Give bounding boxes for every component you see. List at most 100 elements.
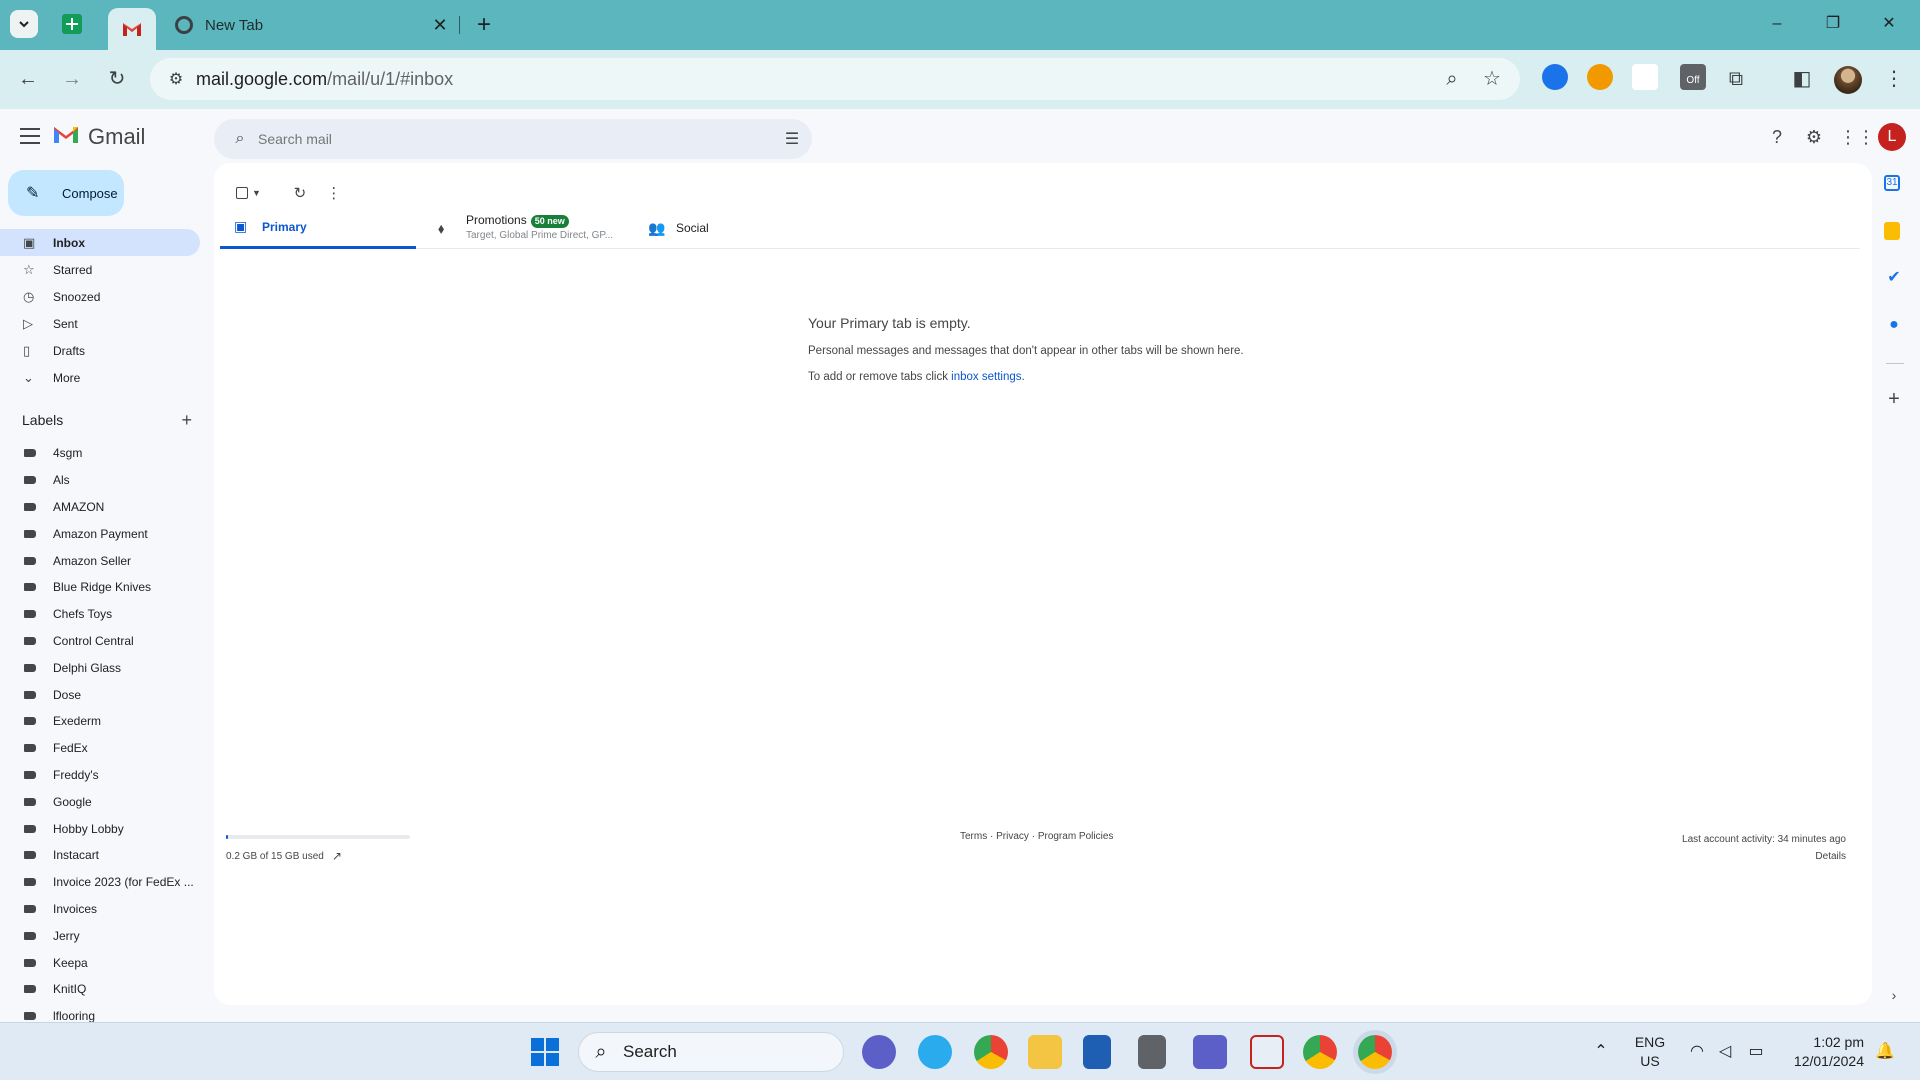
label-item[interactable]: Blue Ridge Knives bbox=[0, 574, 195, 601]
snipping-tool-icon[interactable] bbox=[1250, 1035, 1284, 1069]
battery-icon[interactable]: ▭ bbox=[1744, 1041, 1768, 1061]
browser-profile-avatar[interactable] bbox=[1834, 66, 1862, 94]
sidebar-item-sent[interactable]: ▷ Sent bbox=[0, 310, 200, 337]
select-all-checkbox[interactable] bbox=[236, 187, 248, 199]
label-item[interactable]: Delphi Glass bbox=[0, 654, 195, 681]
sidebar-item-inbox[interactable]: ▣ Inbox bbox=[0, 229, 200, 256]
clock[interactable]: 1:02 pm 12/01/2024 bbox=[1780, 1033, 1864, 1071]
label-item[interactable]: Google bbox=[0, 788, 195, 815]
restore-button[interactable]: ❐ bbox=[1810, 8, 1856, 40]
label-item[interactable]: Instacart bbox=[0, 842, 195, 869]
program-policies-link[interactable]: Program Policies bbox=[1038, 831, 1114, 842]
tab-new-tab[interactable]: New Tab ✕ bbox=[165, 8, 450, 42]
get-addons-icon[interactable]: + bbox=[1884, 389, 1904, 409]
telegram-icon[interactable] bbox=[918, 1035, 952, 1069]
show-hidden-icons-chevron[interactable]: ⌃ bbox=[1589, 1041, 1613, 1061]
chrome-menu-icon[interactable]: ⋮ bbox=[1878, 63, 1910, 95]
label-item[interactable]: Keepa bbox=[0, 949, 195, 976]
notifications-bell-icon[interactable]: 🔔 bbox=[1873, 1041, 1897, 1061]
label-item[interactable]: Invoice 2023 (for FedEx ... bbox=[0, 869, 195, 896]
label-item[interactable]: Exederm bbox=[0, 708, 195, 735]
label-item[interactable]: Hobby Lobby bbox=[0, 815, 195, 842]
label-item[interactable]: Amazon Seller bbox=[0, 547, 195, 574]
extension-off-icon[interactable]: Off bbox=[1680, 64, 1706, 90]
label-item[interactable]: Amazon Payment bbox=[0, 520, 195, 547]
terms-link[interactable]: Terms bbox=[960, 831, 987, 842]
keep-icon[interactable] bbox=[1884, 222, 1900, 240]
label-item[interactable]: KnitIQ bbox=[0, 976, 195, 1003]
extension-icon-2[interactable] bbox=[1587, 64, 1613, 90]
taskbar-search[interactable]: ⌕ Search bbox=[578, 1032, 844, 1072]
volume-icon[interactable]: ◁ bbox=[1713, 1041, 1737, 1061]
sidebar-item-snoozed[interactable]: ◷ Snoozed bbox=[0, 283, 200, 310]
privacy-link[interactable]: Privacy bbox=[996, 831, 1029, 842]
forward-arrow-icon[interactable]: → bbox=[56, 63, 88, 95]
reload-icon[interactable]: ↻ bbox=[101, 63, 133, 95]
settings-gear-icon[interactable]: ⚙ bbox=[1802, 125, 1826, 149]
contacts-icon[interactable]: ● bbox=[1884, 315, 1904, 335]
calendar-icon[interactable]: 31 bbox=[1884, 175, 1900, 191]
extension-icon-1[interactable] bbox=[1542, 64, 1568, 90]
label-item[interactable]: Control Central bbox=[0, 628, 195, 655]
refresh-icon[interactable]: ↻ bbox=[283, 184, 317, 202]
account-avatar[interactable]: L bbox=[1878, 123, 1906, 151]
label-item[interactable]: Dose bbox=[0, 681, 195, 708]
zoom-icon[interactable]: ⌕ bbox=[1436, 63, 1468, 95]
sidebar-item-starred[interactable]: ☆ Starred bbox=[0, 256, 200, 283]
search-input[interactable] bbox=[258, 131, 772, 147]
tab-gmail[interactable] bbox=[108, 8, 156, 50]
tab-promotions[interactable]: ⬧ Promotions 50 new Target, Global Prime … bbox=[438, 207, 634, 249]
windows-start-icon[interactable] bbox=[528, 1035, 562, 1069]
hide-panel-chevron-icon[interactable]: › bbox=[1884, 985, 1904, 1005]
more-options-icon[interactable]: ⋮ bbox=[317, 184, 351, 202]
apps-grid-icon[interactable]: ⋮⋮ bbox=[1839, 125, 1875, 149]
search-options-icon[interactable]: ☰ bbox=[772, 129, 812, 149]
label-item[interactable]: Jerry bbox=[0, 922, 195, 949]
inbox-settings-link[interactable]: inbox settings bbox=[951, 371, 1021, 383]
notepad-icon[interactable] bbox=[1083, 1035, 1111, 1069]
label-item[interactable]: Chefs Toys bbox=[0, 601, 195, 628]
close-tab-icon[interactable]: ✕ bbox=[430, 15, 450, 36]
label-item[interactable]: 4sgm bbox=[0, 440, 195, 467]
address-bar[interactable]: ⚙ mail.google.com/mail/u/1/#inbox bbox=[150, 58, 1520, 100]
file-explorer-icon[interactable] bbox=[1028, 1035, 1062, 1069]
label-item[interactable]: Als bbox=[0, 467, 195, 494]
details-link[interactable]: Details bbox=[1682, 848, 1846, 865]
puzzle-extensions-icon[interactable]: ⧉ bbox=[1720, 63, 1752, 95]
close-window-button[interactable]: ✕ bbox=[1866, 8, 1912, 40]
calculator-icon[interactable] bbox=[1138, 1035, 1166, 1069]
minimize-button[interactable]: – bbox=[1754, 8, 1800, 40]
wifi-icon[interactable]: ◠ bbox=[1685, 1041, 1709, 1061]
label-item[interactable]: AMAZON bbox=[0, 494, 195, 521]
label-item[interactable]: Freddy's bbox=[0, 762, 195, 789]
search-icon[interactable]: ⌕ bbox=[222, 130, 258, 148]
add-label-icon[interactable]: + bbox=[181, 410, 192, 431]
chat-app-icon[interactable] bbox=[862, 1035, 896, 1069]
pinned-tab-sheets[interactable] bbox=[62, 14, 82, 34]
teams-icon[interactable] bbox=[1193, 1035, 1227, 1069]
select-dropdown-icon[interactable]: ▼ bbox=[252, 188, 261, 198]
extension-icon-3[interactable] bbox=[1632, 64, 1658, 90]
compose-button[interactable]: ✎ Compose bbox=[8, 170, 124, 216]
tab-social[interactable]: 👥 Social bbox=[648, 207, 798, 249]
label-item[interactable]: Invoices bbox=[0, 896, 195, 923]
side-panel-icon[interactable]: ◧ bbox=[1786, 63, 1818, 95]
chrome-active-icon[interactable] bbox=[1358, 1035, 1392, 1069]
tab-primary[interactable]: ▣ Primary bbox=[220, 207, 416, 249]
tasks-icon[interactable]: ✔ bbox=[1884, 268, 1904, 288]
chrome-profile-1-icon[interactable] bbox=[974, 1035, 1008, 1069]
open-external-icon[interactable]: ↗ bbox=[332, 849, 342, 863]
sidebar-item-more[interactable]: ⌄ More bbox=[0, 364, 200, 391]
site-info-icon[interactable]: ⚙ bbox=[156, 69, 196, 89]
new-tab-button[interactable]: + bbox=[470, 11, 498, 39]
search-mail-bar[interactable]: ⌕ ☰ bbox=[214, 119, 812, 159]
main-menu-icon[interactable] bbox=[18, 123, 42, 147]
bookmark-star-icon[interactable]: ☆ bbox=[1476, 63, 1508, 95]
chrome-profile-2-icon[interactable] bbox=[1303, 1035, 1337, 1069]
tab-search-dropdown[interactable] bbox=[10, 10, 38, 38]
label-item[interactable]: FedEx bbox=[0, 735, 195, 762]
language-indicator[interactable]: ENG US bbox=[1630, 1033, 1670, 1071]
help-icon[interactable]: ? bbox=[1765, 125, 1789, 149]
gmail-logo-icon[interactable] bbox=[52, 123, 80, 145]
sidebar-item-drafts[interactable]: ▯ Drafts bbox=[0, 337, 200, 364]
